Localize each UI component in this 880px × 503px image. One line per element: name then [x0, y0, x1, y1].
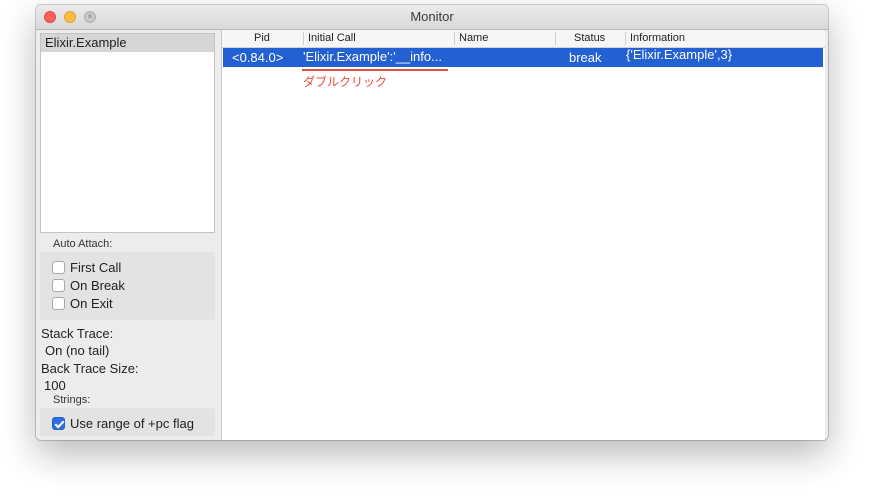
column-divider[interactable]	[625, 32, 626, 45]
window-title: Monitor	[410, 9, 454, 24]
first-call-label: First Call	[70, 259, 122, 275]
on-break-checkbox[interactable]	[52, 278, 65, 292]
on-break-label: On Break	[70, 277, 125, 293]
auto-attach-label: Auto Attach:	[53, 238, 113, 250]
back-trace-value[interactable]: 100	[44, 378, 66, 393]
auto-attach-group: First Call On Break On Exit	[40, 252, 215, 320]
first-call-checkbox[interactable]	[52, 260, 65, 274]
strings-group: Use range of +pc flag	[40, 408, 215, 436]
annotation-underline	[302, 69, 448, 71]
use-range-checkbox[interactable]	[52, 416, 65, 430]
first-call-option[interactable]: First Call	[52, 259, 121, 275]
annotation-label: ダブルクリック	[303, 75, 388, 89]
use-range-label: Use range of +pc flag	[70, 415, 194, 431]
column-header-name[interactable]: Name	[459, 32, 488, 44]
title-bar: × Monitor	[36, 5, 828, 30]
column-header-pid[interactable]: Pid	[254, 32, 270, 44]
back-trace-label: Back Trace Size:	[41, 361, 139, 376]
column-divider[interactable]	[303, 32, 304, 45]
cell-information: {'Elixir.Example',3}	[626, 47, 733, 62]
stack-trace-label: Stack Trace:	[41, 326, 114, 341]
on-exit-label: On Exit	[70, 295, 113, 311]
stack-trace-value[interactable]: On (no tail)	[45, 343, 109, 358]
strings-label: Strings:	[53, 394, 91, 406]
module-list[interactable]: Elixir.Example	[40, 33, 215, 233]
cell-status: break	[569, 50, 602, 65]
column-header-initial-call[interactable]: Initial Call	[308, 32, 356, 44]
column-header-status[interactable]: Status	[574, 32, 605, 44]
table-header: Pid Initial Call Name Status Information	[222, 30, 825, 48]
table-row[interactable]: <0.84.0> 'Elixir.Example':'__info... bre…	[223, 47, 823, 67]
on-break-option[interactable]: On Break	[52, 277, 125, 293]
cell-initial-call: 'Elixir.Example':'__info...	[303, 49, 442, 64]
column-header-information[interactable]: Information	[630, 32, 685, 44]
column-divider[interactable]	[555, 32, 556, 45]
on-exit-option[interactable]: On Exit	[52, 295, 113, 311]
on-exit-checkbox[interactable]	[52, 296, 65, 310]
module-item[interactable]: Elixir.Example	[41, 34, 214, 52]
use-range-option[interactable]: Use range of +pc flag	[52, 415, 194, 431]
process-table: Pid Initial Call Name Status Information…	[221, 30, 825, 440]
left-panel: Elixir.Example Auto Attach: First Call O…	[36, 30, 219, 440]
cell-pid: <0.84.0>	[232, 50, 284, 65]
column-divider[interactable]	[454, 32, 455, 45]
